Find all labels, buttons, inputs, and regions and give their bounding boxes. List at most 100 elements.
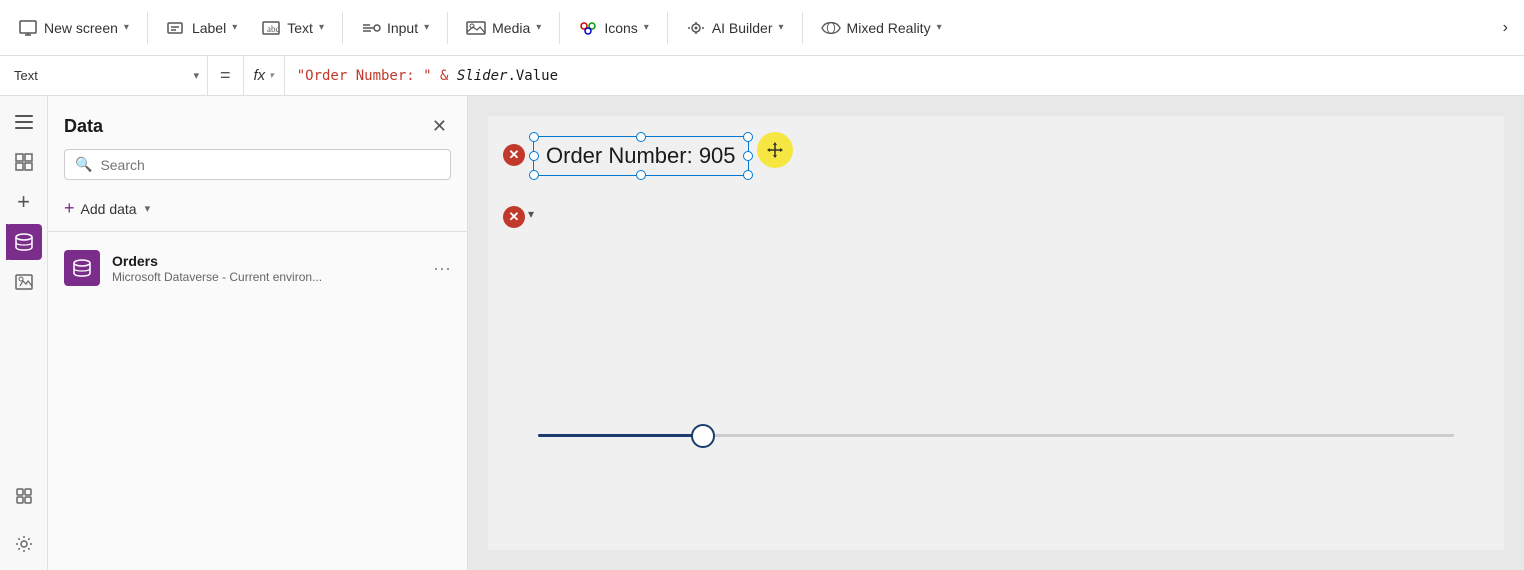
add-button[interactable]: + xyxy=(6,184,42,220)
search-box: 🔍 xyxy=(64,149,451,180)
formula-input-area[interactable]: "Order Number: " & Slider.Value xyxy=(285,68,1524,84)
error-badge-2[interactable]: ✕ xyxy=(503,206,525,228)
svg-text:abc: abc xyxy=(267,24,280,34)
add-data-plus-icon: + xyxy=(64,198,75,219)
data-panel: Data ✕ 🔍 + Add data ▾ Orders Micros xyxy=(48,96,468,570)
hamburger-menu-button[interactable] xyxy=(6,104,42,140)
text-button[interactable]: abc Text ▾ xyxy=(251,12,334,44)
text-chevron: ▾ xyxy=(319,22,324,33)
input-chevron: ▾ xyxy=(424,22,429,33)
settings-button[interactable] xyxy=(6,526,42,562)
icons-chevron: ▾ xyxy=(644,22,649,33)
main-area: + xyxy=(0,96,1524,570)
layers-button[interactable] xyxy=(6,144,42,180)
toolbar-divider-6 xyxy=(802,12,803,44)
input-button[interactable]: Input ▾ xyxy=(351,12,439,44)
orders-info: Orders Microsoft Dataverse - Current env… xyxy=(112,253,421,284)
orders-icon xyxy=(64,250,100,286)
canvas-inner: ✕ Order Number: 905 xyxy=(488,116,1504,550)
hamburger-icon xyxy=(9,109,39,135)
label-icon xyxy=(166,18,186,38)
mixed-reality-label: Mixed Reality xyxy=(847,20,931,36)
handle-top-center[interactable] xyxy=(636,132,646,142)
mixed-reality-chevron: ▾ xyxy=(937,22,942,33)
layers-icon xyxy=(14,152,34,172)
data-button[interactable] xyxy=(6,224,42,260)
handle-top-right[interactable] xyxy=(743,132,753,142)
ai-builder-label: AI Builder xyxy=(712,20,773,36)
slider-element[interactable] xyxy=(538,420,1454,450)
ai-builder-button[interactable]: AI Builder ▾ xyxy=(676,12,794,44)
new-screen-button[interactable]: New screen ▾ xyxy=(8,12,139,44)
components-button[interactable] xyxy=(6,478,42,514)
active-indicator xyxy=(6,224,9,260)
text-icon: abc xyxy=(261,18,281,38)
data-panel-close-button[interactable]: ✕ xyxy=(428,112,451,141)
slider-thumb[interactable] xyxy=(691,424,715,448)
add-data-chevron: ▾ xyxy=(145,202,151,215)
ai-builder-icon xyxy=(686,18,706,38)
error-dropdown-chevron[interactable]: ▾ xyxy=(528,207,534,221)
canvas-area: ✕ Order Number: 905 xyxy=(468,96,1524,570)
formula-bar: Text ▾ = fx ▾ "Order Number: " & Slider.… xyxy=(0,56,1524,96)
data-source-icon xyxy=(14,232,34,252)
screen-icon xyxy=(18,18,38,38)
toolbar-overflow-button[interactable]: › xyxy=(1495,13,1516,43)
formula-fx-button[interactable]: fx ▾ xyxy=(244,56,285,95)
property-value: Text xyxy=(8,66,189,85)
search-icon: 🔍 xyxy=(75,156,92,173)
icons-label: Icons xyxy=(604,20,637,36)
media-button[interactable]: Media ▾ xyxy=(456,12,551,44)
handle-middle-left[interactable] xyxy=(529,151,539,161)
search-input[interactable] xyxy=(100,157,440,173)
label-label: Label xyxy=(192,20,226,36)
database-icon xyxy=(72,258,92,278)
toolbar-divider-4 xyxy=(559,12,560,44)
toolbar: New screen ▾ Label ▾ abc Text ▾ xyxy=(0,0,1524,56)
toolbar-divider-1 xyxy=(147,12,148,44)
handle-bottom-left[interactable] xyxy=(529,170,539,180)
move-cursor-icon[interactable] xyxy=(757,132,793,168)
sidebar-icons: + xyxy=(0,96,48,570)
hamburger-line-1 xyxy=(15,115,33,117)
slider-track xyxy=(538,434,1454,437)
media-sidebar-icon xyxy=(14,272,34,292)
handle-bottom-center[interactable] xyxy=(636,170,646,180)
icons-button[interactable]: Icons ▾ xyxy=(568,12,659,44)
label-button[interactable]: Label ▾ xyxy=(156,12,247,44)
media-label: Media xyxy=(492,20,530,36)
equals-sign: = xyxy=(220,65,231,86)
move-arrows-icon xyxy=(766,141,784,159)
mixed-reality-icon xyxy=(821,18,841,38)
text-element[interactable]: Order Number: 905 xyxy=(533,136,749,176)
media-icon xyxy=(466,18,486,38)
new-screen-label: New screen xyxy=(44,20,118,36)
data-panel-title: Data xyxy=(64,116,103,137)
mixed-reality-button[interactable]: Mixed Reality ▾ xyxy=(811,12,952,44)
new-screen-chevron: ▾ xyxy=(124,22,129,33)
label-chevron: ▾ xyxy=(232,22,237,33)
orders-name: Orders xyxy=(112,253,421,269)
handle-bottom-right[interactable] xyxy=(743,170,753,180)
add-data-button[interactable]: + Add data ▾ xyxy=(48,192,467,231)
error-badge-1[interactable]: ✕ xyxy=(503,144,525,166)
orders-description: Microsoft Dataverse - Current environ... xyxy=(112,270,421,284)
property-selector[interactable]: Text ▾ xyxy=(8,56,208,95)
handle-top-left[interactable] xyxy=(529,132,539,142)
orders-data-source[interactable]: Orders Microsoft Dataverse - Current env… xyxy=(48,240,467,296)
handle-middle-right[interactable] xyxy=(743,151,753,161)
fx-chevron: ▾ xyxy=(269,70,274,81)
media-chevron: ▾ xyxy=(536,22,541,33)
toolbar-divider-5 xyxy=(667,12,668,44)
formula-equals: = xyxy=(208,56,244,95)
fx-label: fx xyxy=(254,67,266,84)
canvas-text-label: Order Number: 905 xyxy=(546,143,736,168)
components-icon xyxy=(14,486,34,506)
data-divider xyxy=(48,231,467,232)
orders-more-button[interactable]: ··· xyxy=(433,258,451,279)
icons-toolbar-icon xyxy=(578,18,598,38)
media-sidebar-button[interactable] xyxy=(6,264,42,300)
add-data-label: Add data xyxy=(81,201,137,217)
slider-fill xyxy=(538,434,703,437)
formula-dot-part: .Value xyxy=(507,68,558,84)
